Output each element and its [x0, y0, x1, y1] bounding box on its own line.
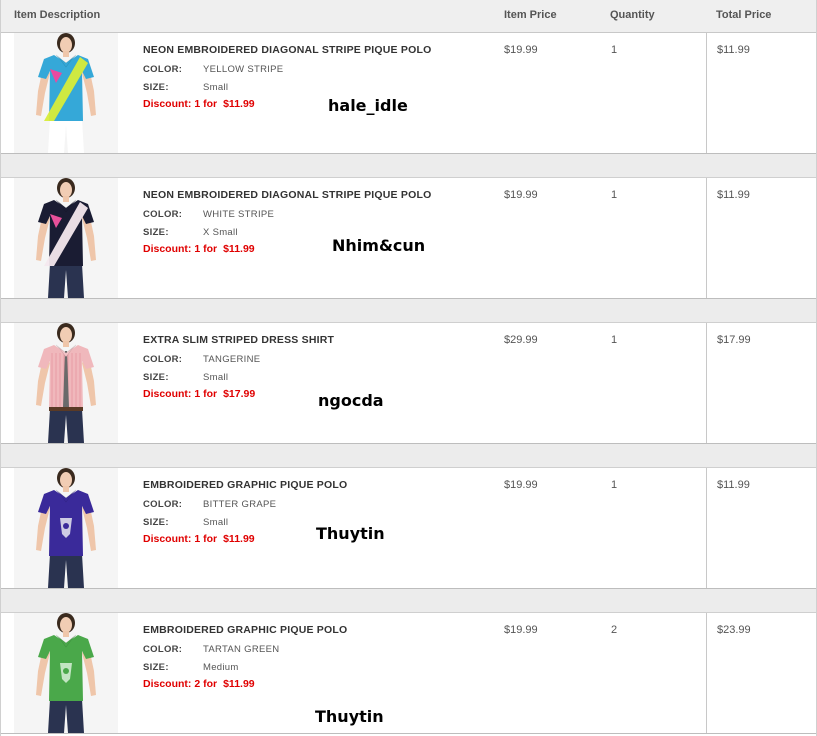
item-price: $29.99: [504, 334, 538, 346]
discount-label: Discount: 2 for: [143, 678, 218, 690]
product-image[interactable]: [14, 613, 118, 733]
item-quantity: 2: [611, 624, 618, 636]
discount-text: Discount: 1 for $11.99: [143, 98, 255, 110]
product-image[interactable]: [14, 468, 118, 588]
product-name-link[interactable]: EMBROIDERED GRAPHIC PIQUE POLO: [143, 479, 347, 491]
product-name-link[interactable]: EXTRA SLIM STRIPED DRESS SHIRT: [143, 334, 334, 346]
column-divider: [706, 613, 707, 733]
cart-item-row: NEON EMBROIDERED DIAGONAL STRIPE PIQUE P…: [1, 178, 816, 299]
username-tag: Nhim&cun: [332, 236, 426, 255]
product-name-link[interactable]: EMBROIDERED GRAPHIC PIQUE POLO: [143, 624, 347, 636]
product-image[interactable]: [14, 323, 118, 443]
item-total: $11.99: [717, 479, 750, 491]
column-header-total: Total Price: [716, 9, 772, 21]
size-value: Small: [203, 82, 229, 93]
product-photo: [14, 613, 118, 733]
discount-label: Discount: 1 for: [143, 533, 218, 545]
product-name-link[interactable]: NEON EMBROIDERED DIAGONAL STRIPE PIQUE P…: [143, 44, 431, 56]
discount-price: $11.99: [223, 533, 255, 545]
color-value: BITTER GRAPE: [203, 499, 277, 510]
color-label: COLOR:: [143, 644, 183, 655]
username-tag: hale_idle: [328, 96, 408, 115]
discount-label: Discount: 1 for: [143, 388, 218, 400]
column-header-quantity: Quantity: [610, 9, 655, 21]
item-quantity: 1: [611, 44, 618, 56]
color-value: WHITE STRIPE: [203, 209, 275, 220]
size-label: SIZE:: [143, 82, 169, 93]
cart-item-row: EXTRA SLIM STRIPED DRESS SHIRT COLOR: TA…: [1, 323, 816, 444]
item-price: $19.99: [504, 624, 538, 636]
size-value: Small: [203, 372, 229, 383]
color-label: COLOR:: [143, 64, 183, 75]
item-total: $11.99: [717, 44, 750, 56]
column-divider: [706, 468, 707, 588]
column-divider: [706, 33, 707, 153]
size-value: X Small: [203, 227, 238, 238]
column-header-price: Item Price: [504, 9, 557, 21]
color-value: YELLOW STRIPE: [203, 64, 284, 75]
size-label: SIZE:: [143, 372, 169, 383]
discount-text: Discount: 2 for $11.99: [143, 678, 255, 690]
column-divider: [706, 323, 707, 443]
item-total: $17.99: [717, 334, 751, 346]
column-header-description: Item Description: [14, 9, 101, 21]
item-quantity: 1: [611, 189, 618, 201]
discount-price: $11.99: [223, 243, 255, 255]
item-quantity: 1: [611, 334, 618, 346]
color-value: TARTAN GREEN: [203, 644, 280, 655]
item-quantity: 1: [611, 479, 618, 491]
product-photo: [14, 323, 118, 443]
size-value: Medium: [203, 662, 239, 673]
item-total: $11.99: [717, 189, 750, 201]
shopping-cart-table: Item Description Item Price Quantity Tot…: [0, 0, 817, 736]
product-name-link[interactable]: NEON EMBROIDERED DIAGONAL STRIPE PIQUE P…: [143, 189, 431, 201]
discount-text: Discount: 1 for $11.99: [143, 243, 255, 255]
color-value: TANGERINE: [203, 354, 261, 365]
cart-item-row: NEON EMBROIDERED DIAGONAL STRIPE PIQUE P…: [1, 33, 816, 154]
discount-price: $17.99: [223, 388, 256, 400]
column-divider: [706, 178, 707, 298]
discount-label: Discount: 1 for: [143, 98, 218, 110]
size-label: SIZE:: [143, 227, 169, 238]
discount-price: $11.99: [223, 678, 255, 690]
row-separator: [1, 589, 816, 613]
cart-item-row: EMBROIDERED GRAPHIC PIQUE POLO COLOR: TA…: [1, 613, 816, 734]
color-label: COLOR:: [143, 354, 183, 365]
item-price: $19.99: [504, 189, 538, 201]
username-tag: ngocda: [318, 391, 384, 410]
cart-item-row: EMBROIDERED GRAPHIC PIQUE POLO COLOR: BI…: [1, 468, 816, 589]
size-value: Small: [203, 517, 229, 528]
product-photo: [14, 178, 118, 298]
product-photo: [14, 33, 118, 153]
product-image[interactable]: [14, 33, 118, 153]
discount-text: Discount: 1 for $11.99: [143, 533, 255, 545]
username-tag: Thuytin: [315, 707, 384, 726]
color-label: COLOR:: [143, 499, 183, 510]
product-photo: [14, 468, 118, 588]
size-label: SIZE:: [143, 662, 169, 673]
table-header: Item Description Item Price Quantity Tot…: [1, 0, 816, 33]
color-label: COLOR:: [143, 209, 183, 220]
username-tag: Thuytin: [316, 524, 385, 543]
product-image[interactable]: [14, 178, 118, 298]
item-total: $23.99: [717, 624, 751, 636]
item-price: $19.99: [504, 479, 538, 491]
row-separator: [1, 154, 816, 178]
row-separator: [1, 299, 816, 323]
discount-text: Discount: 1 for $17.99: [143, 388, 255, 400]
discount-label: Discount: 1 for: [143, 243, 218, 255]
item-price: $19.99: [504, 44, 538, 56]
row-separator: [1, 444, 816, 468]
size-label: SIZE:: [143, 517, 169, 528]
discount-price: $11.99: [223, 98, 255, 110]
